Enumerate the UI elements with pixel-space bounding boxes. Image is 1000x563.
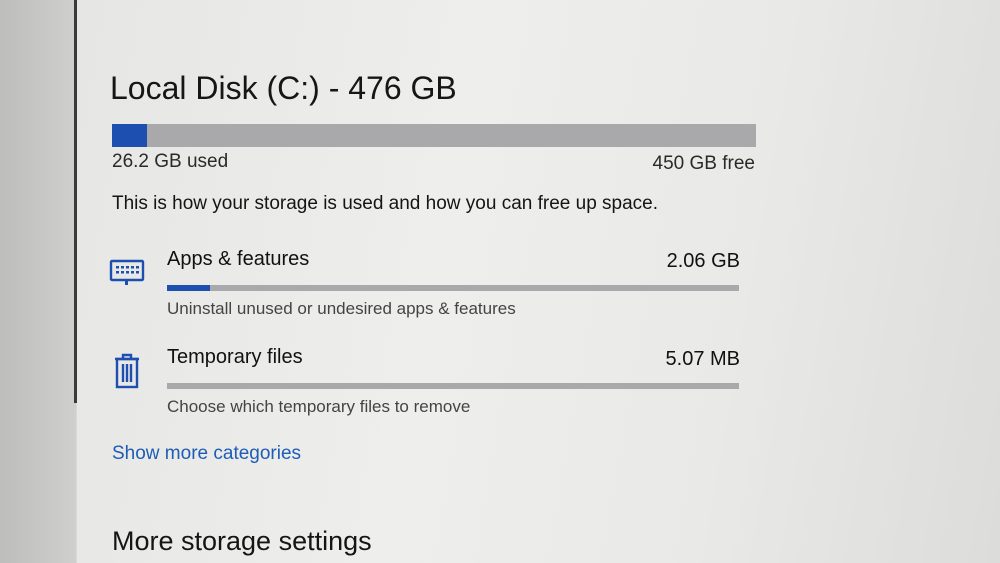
disk-usage-bar-fill (112, 124, 148, 147)
category-usage-bar (167, 383, 739, 389)
disk-free-label: 450 GB free (652, 153, 755, 174)
disk-usage-bar (112, 124, 756, 147)
category-size: 5.07 MB (665, 348, 740, 370)
category-name: Apps & features (167, 248, 310, 270)
keyboard-icon (108, 254, 146, 292)
left-nav-edge (0, 0, 76, 563)
disk-title: Local Disk (C:) - 476 GB (110, 70, 457, 106)
category-description: Uninstall unused or undesired apps & fea… (167, 299, 516, 318)
category-temporary-files[interactable]: Temporary files 5.07 MB Choose which tem… (108, 346, 748, 416)
show-more-categories-link[interactable]: Show more categories (112, 443, 301, 465)
category-size: 2.06 GB (666, 250, 740, 272)
category-description: Choose which temporary files to remove (167, 397, 471, 416)
disk-used-label: 26.2 GB used (112, 151, 229, 172)
category-usage-bar-fill (167, 285, 210, 291)
more-storage-settings-heading: More storage settings (112, 526, 372, 556)
category-usage-bar (167, 285, 739, 291)
category-name: Temporary files (167, 346, 303, 368)
trash-icon (108, 352, 146, 390)
storage-intro-text: This is how your storage is used and how… (112, 193, 659, 214)
category-apps-features[interactable]: Apps & features 2.06 GB Uninstall unused… (108, 248, 748, 318)
